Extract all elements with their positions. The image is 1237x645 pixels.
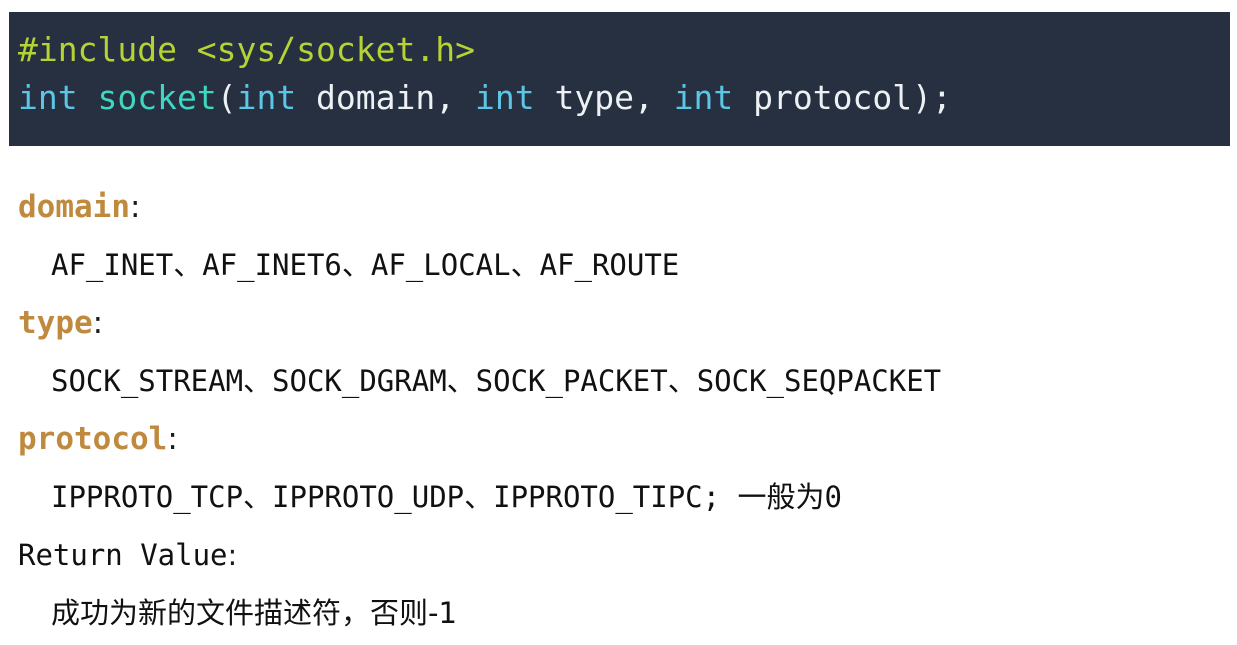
param-term-domain: domain: bbox=[18, 178, 1228, 236]
param-type-protocol: int bbox=[673, 78, 734, 117]
param-colon: : bbox=[129, 189, 141, 225]
return-type: int bbox=[18, 78, 78, 117]
return-value-term: Return Value: bbox=[18, 526, 1228, 584]
param-colon: : bbox=[92, 305, 104, 341]
return-value-label: Return Value bbox=[18, 538, 228, 572]
param-type-domain: int bbox=[236, 78, 297, 117]
return-value-description: 成功为新的文件描述符，否则-1 bbox=[51, 596, 457, 630]
function-name: socket bbox=[97, 78, 217, 117]
signature-space bbox=[78, 78, 98, 117]
param-name-domain: domain, bbox=[296, 78, 475, 117]
param-keyword: type bbox=[18, 305, 93, 341]
param-colon: : bbox=[167, 421, 178, 457]
code-block: #include <sys/socket.h> int socket(int d… bbox=[9, 12, 1230, 146]
param-values-protocol: IPPROTO_TCP、IPPROTO_UDP、IPPROTO_TIPC; 一般… bbox=[51, 480, 843, 514]
include-line: #include <sys/socket.h> bbox=[18, 30, 475, 69]
param-values-domain: AF_INET、AF_INET6、AF_LOCAL、AF_ROUTE bbox=[51, 248, 680, 282]
function-signature: int socket(int domain, int type, int pro… bbox=[18, 74, 1230, 122]
param-term-type: type: bbox=[18, 294, 1228, 352]
param-keyword: protocol bbox=[18, 421, 168, 457]
parameter-docs: domain: AF_INET、AF_INET6、AF_LOCAL、AF_ROU… bbox=[18, 178, 1228, 642]
return-value-colon: : bbox=[227, 538, 238, 572]
param-term-protocol: protocol: bbox=[18, 410, 1228, 468]
param-values-type: SOCK_STREAM、SOCK_DGRAM、SOCK_PACKET、SOCK_… bbox=[51, 364, 942, 398]
param-name-type: type, bbox=[534, 78, 674, 117]
param-type-type: int bbox=[475, 78, 535, 117]
param-keyword: domain bbox=[18, 189, 130, 225]
open-paren: ( bbox=[216, 78, 237, 117]
param-name-protocol: protocol); bbox=[733, 78, 952, 117]
